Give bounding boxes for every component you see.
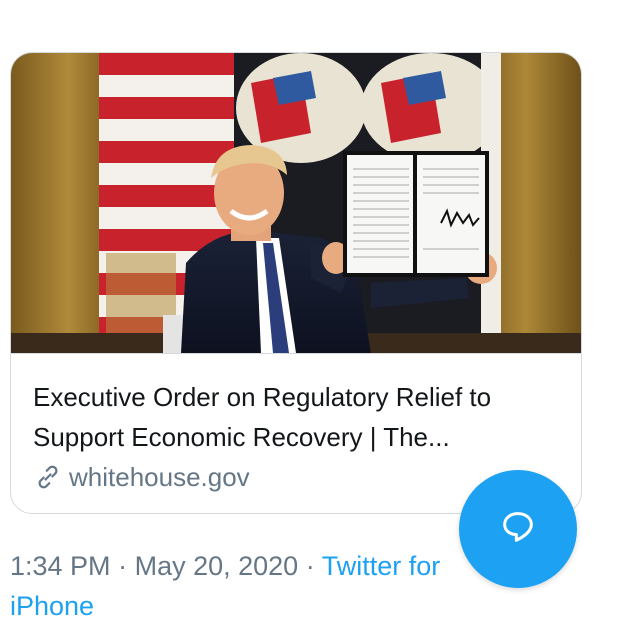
card-domain-text: whitehouse.gov bbox=[69, 462, 250, 492]
card-image bbox=[11, 53, 581, 354]
tweet-time: 1:34 PM bbox=[10, 551, 111, 581]
tweet-metadata: 1:34 PM · May 20, 2020 · Twitter for iPh… bbox=[10, 546, 510, 626]
link-preview-card[interactable]: Executive Order on Regulatory Relief to … bbox=[10, 52, 582, 514]
tweet-date: May 20, 2020 bbox=[134, 551, 299, 581]
compose-reply-button[interactable] bbox=[459, 470, 577, 588]
compose-reply-icon bbox=[498, 507, 538, 552]
meta-separator: · bbox=[118, 551, 128, 581]
link-icon bbox=[33, 462, 63, 492]
card-title[interactable]: Executive Order on Regulatory Relief to … bbox=[33, 377, 563, 457]
meta-separator: · bbox=[305, 551, 315, 581]
